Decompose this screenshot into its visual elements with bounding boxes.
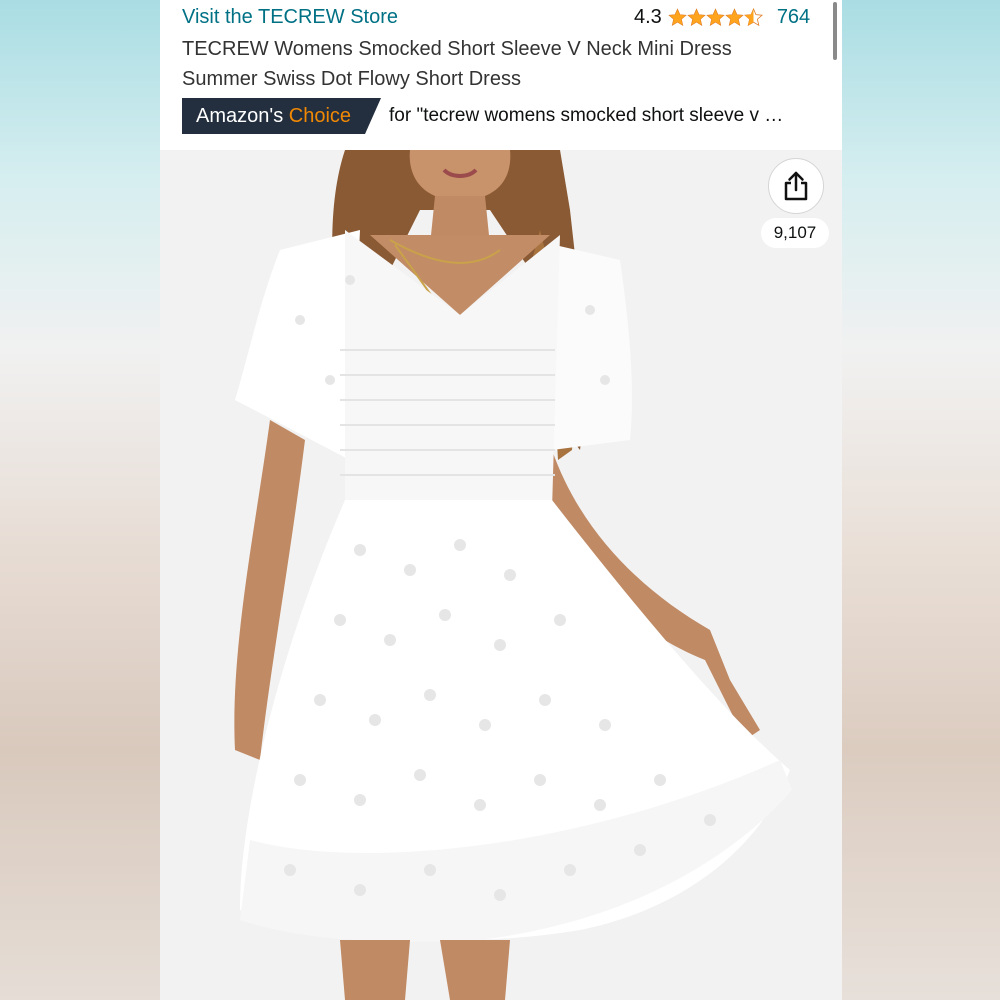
product-image-gallery[interactable]: 9,107 xyxy=(160,150,842,1000)
store-link[interactable]: Visit the TECREW Store xyxy=(182,6,398,29)
share-count: 9,107 xyxy=(761,218,829,248)
product-page: Visit the TECREW Store 4.3 764 TECREW Wo… xyxy=(160,0,842,1000)
product-photo xyxy=(160,150,842,1000)
scroll-indicator[interactable] xyxy=(833,2,837,60)
star-rating xyxy=(668,8,763,27)
share-button[interactable] xyxy=(768,158,824,214)
star-half-icon xyxy=(743,8,763,27)
star-full-icon xyxy=(668,8,687,27)
star-full-icon xyxy=(725,8,744,27)
rating-value: 4.3 xyxy=(634,6,662,28)
product-header: Visit the TECREW Store 4.3 764 TECREW Wo… xyxy=(160,0,842,150)
blurred-background-right xyxy=(842,0,1000,1000)
amazons-choice-row: Amazon's Choice for "tecrew womens smock… xyxy=(182,98,819,134)
star-full-icon xyxy=(687,8,706,27)
review-count[interactable]: 764 xyxy=(777,6,810,29)
badge-query-text: for "tecrew womens smocked short sleeve … xyxy=(389,105,784,126)
rating-summary[interactable]: 4.3 764 xyxy=(634,6,810,29)
share-icon xyxy=(784,171,808,201)
badge-choice-text: Choice xyxy=(288,104,352,127)
blurred-background-left xyxy=(0,0,160,1000)
product-title: TECREW Womens Smocked Short Sleeve V Nec… xyxy=(182,38,732,90)
star-full-icon xyxy=(706,8,725,27)
badge-amazons-text: Amazon's xyxy=(196,104,284,127)
amazons-choice-badge: Amazon's Choice xyxy=(182,98,381,134)
